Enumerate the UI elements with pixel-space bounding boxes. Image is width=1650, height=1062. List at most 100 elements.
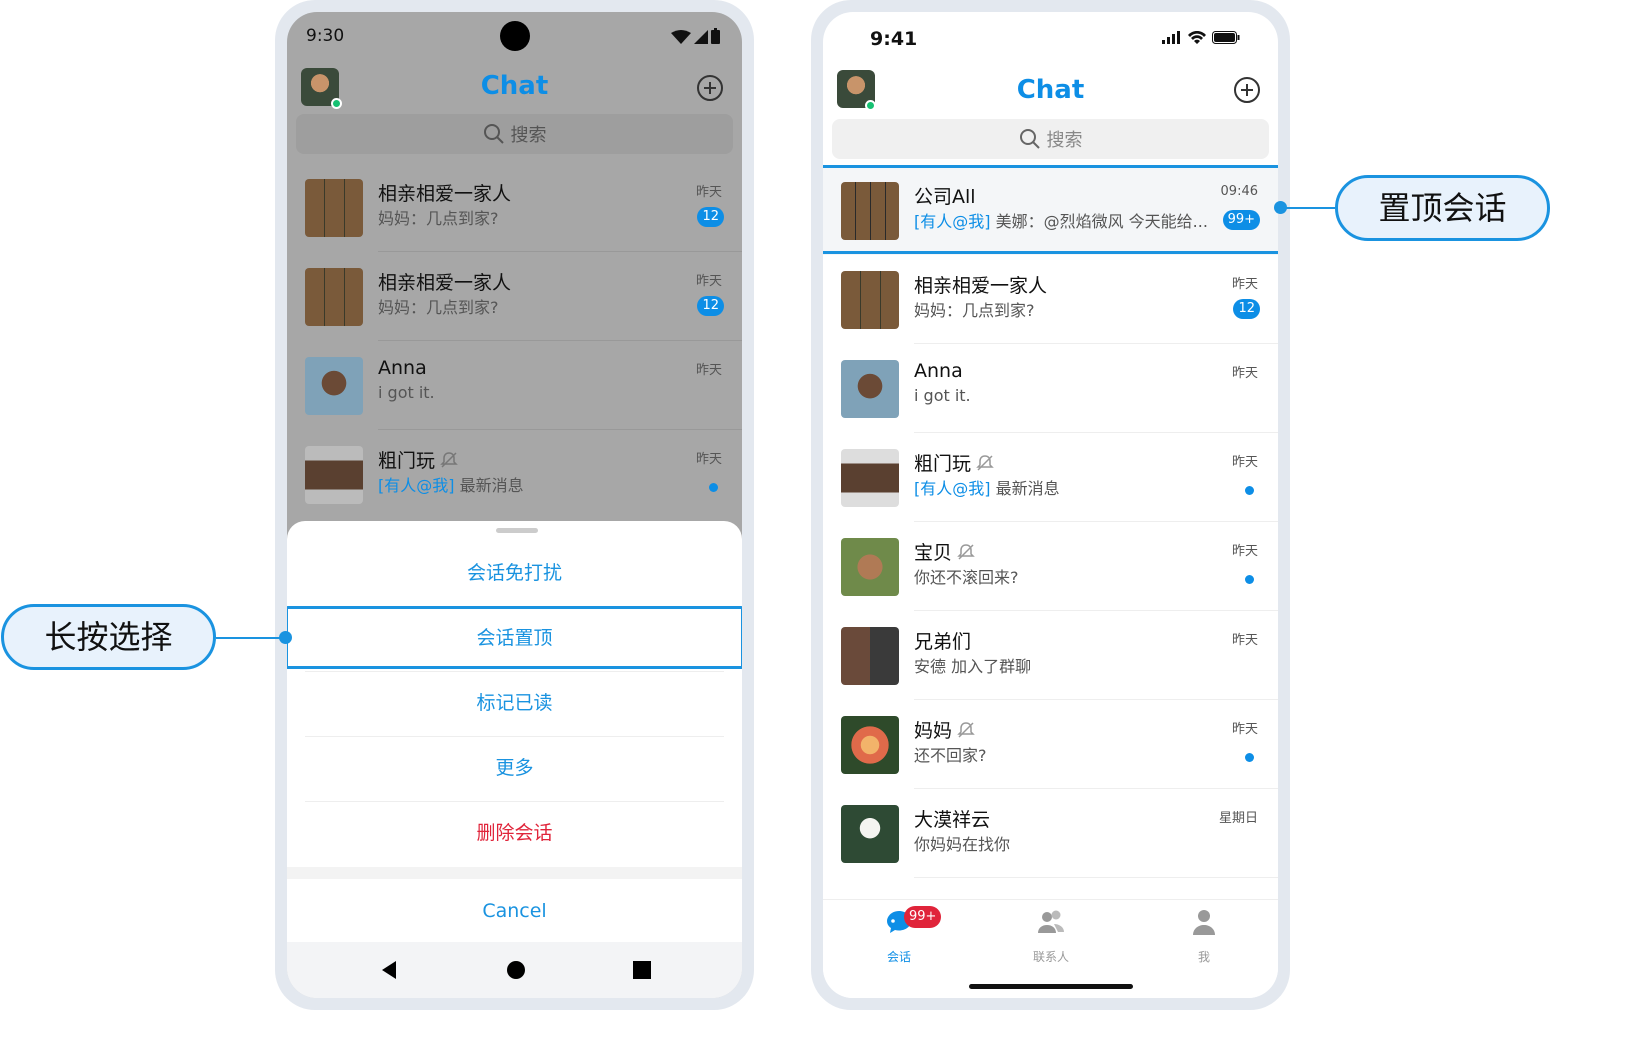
chat-time: 昨天 [695,452,722,467]
callout-long-press: 长按选择 [1,604,216,670]
mute-bell-icon [440,451,458,468]
chat-time: 昨天 [695,185,722,200]
recents-icon[interactable] [630,958,654,982]
tab-me[interactable]: 我 [1164,906,1244,965]
ios-screen: 9:41 Chat 搜索 公司All [有人@我] 美娜：@烈焰微风 今天能给.… [823,12,1278,998]
wifi-icon [1188,31,1206,44]
chat-row[interactable]: Anna i got it. 昨天 [823,344,1278,433]
contact-avatar [305,357,363,415]
mute-bell-icon [957,721,975,738]
group-avatar [305,268,363,326]
highlight-pinned-row [823,165,1278,254]
group-avatar [305,179,363,237]
search-placeholder: 搜索 [510,125,547,146]
chat-preview: 最新消息 [459,476,524,495]
back-icon[interactable] [377,958,401,982]
callout-pinned-chat: 置顶会话 [1335,175,1550,241]
option-more[interactable]: 更多 [287,736,742,801]
option-mark-read[interactable]: 标记已读 [287,671,742,736]
chat-time: 昨天 [695,274,722,289]
chat-row[interactable]: 相亲相爱一家人 妈妈：几点到家? 昨天 12 [823,255,1278,344]
chat-row[interactable]: 粗门玩 [有人@我] 最新消息 昨天 [287,430,742,519]
group-avatar [305,446,363,504]
person-icon [1193,910,1215,935]
chat-row[interactable]: 相亲相爱一家人 妈妈：几点到家? 昨天 12 [287,252,742,341]
search-icon [1019,129,1040,149]
divider [914,877,1278,878]
chat-time: 昨天 [1231,366,1258,381]
search-bar[interactable]: 搜索 [832,119,1269,159]
chat-preview: i got it. [914,386,971,405]
tab-chats[interactable]: 会话 99+ [859,906,942,965]
group-avatar [841,449,899,507]
leader-line [1281,207,1335,209]
chat-name: 宝贝 [914,542,953,564]
ios-phone-frame: 9:41 Chat 搜索 公司All [有人@我] 美娜：@烈焰微风 今天能给.… [811,0,1290,1010]
chat-row[interactable]: 大漠祥云 你妈妈在找你 星期日 [823,789,1278,878]
leader-line [216,637,284,639]
option-delete[interactable]: 删除会话 [287,801,742,866]
search-bar[interactable]: 搜索 [296,114,733,154]
mute-bell-icon [957,543,975,560]
signal-icon [694,30,708,44]
unread-dot [1245,575,1254,584]
chat-name: 相亲相爱一家人 [914,275,1048,297]
search-icon [483,124,504,144]
chat-row[interactable]: 宝贝 你还不滚回来? 昨天 [823,522,1278,611]
chat-name: Anna [378,357,427,379]
status-time: 9:41 [870,28,918,50]
contact-avatar [841,538,899,596]
battery-icon [1212,31,1240,44]
page-title: Chat [480,71,549,101]
contact-avatar [841,805,899,863]
unread-dot [1245,486,1254,495]
chat-time: 星期日 [1218,811,1258,826]
chat-preview: 最新消息 [995,479,1060,498]
highlight-pin-option [287,606,742,669]
chat-name: 粗门玩 [378,450,436,472]
chat-name: Anna [914,360,963,382]
chat-name: 相亲相爱一家人 [378,272,512,294]
chat-row[interactable]: 妈妈 还不回家? 昨天 [823,700,1278,789]
chat-name: 妈妈 [914,720,953,742]
contact-avatar [841,716,899,774]
sheet-gap [287,867,742,879]
signal-icon [1162,31,1180,44]
home-indicator[interactable] [969,984,1133,989]
chat-row[interactable]: 相亲相爱一家人 妈妈：几点到家? 昨天 12 [287,163,742,252]
mention-tag: [有人@我] [378,476,455,495]
cancel-button[interactable]: Cancel [287,879,742,944]
unread-dot [709,483,718,492]
chat-preview: 还不回家? [914,746,987,765]
tab-label: 会话 [886,950,911,964]
chat-row[interactable]: 粗门玩 [有人@我] 最新消息 昨天 [823,433,1278,522]
page-title: Chat [1016,75,1085,105]
chat-row[interactable]: Anna i got it. 昨天 [287,341,742,430]
leader-dot [1274,201,1287,214]
chat-time: 昨天 [1231,277,1258,292]
chat-preview: 安德 加入了群聊 [914,657,1032,676]
tab-label: 联系人 [1032,950,1069,964]
tab-contacts[interactable]: 联系人 [1011,906,1091,965]
home-icon[interactable] [504,958,528,982]
chat-preview: i got it. [378,383,435,402]
option-mute[interactable]: 会话免打扰 [287,541,742,606]
sheet-handle[interactable] [496,528,538,533]
battery-icon [711,28,720,44]
chat-time: 昨天 [1231,455,1258,470]
add-icon[interactable] [696,74,724,102]
add-icon[interactable] [1233,76,1261,104]
status-time: 9:30 [306,26,345,46]
chat-time: 昨天 [1231,544,1258,559]
wifi-icon [671,30,691,44]
contacts-icon [1038,910,1064,933]
search-placeholder: 搜索 [1046,130,1083,151]
chat-time: 昨天 [695,363,722,378]
unread-badge: 12 [697,296,724,316]
chat-row[interactable]: 兄弟们 安德 加入了群聊 昨天 [823,611,1278,700]
android-screen: 9:30 Chat 搜索 相亲相爱一家人 妈妈：几点到家? 昨天 12 相亲相爱… [287,12,742,998]
chat-preview: 妈妈：几点到家? [378,298,499,317]
chat-name: 大漠祥云 [914,809,991,831]
unread-badge: 12 [1233,299,1260,319]
status-icons [671,28,720,44]
